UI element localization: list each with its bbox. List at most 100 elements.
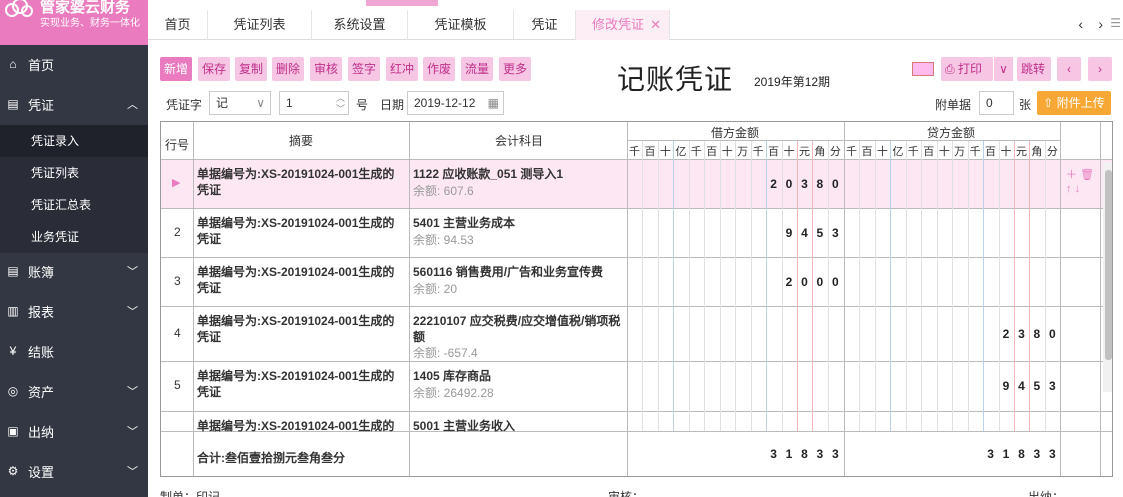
jump-button[interactable]: 跳转 — [1017, 57, 1051, 81]
delete-button[interactable]: 删除 — [272, 57, 304, 81]
delete-row-icon[interactable]: 🗑 — [1080, 169, 1094, 181]
digit-divider — [998, 141, 1000, 431]
amount-digit: 1 — [785, 447, 793, 461]
print-button[interactable]: ⎙ 打印 — [941, 57, 993, 81]
nav-voucher-summary[interactable]: 凭证汇总表 — [0, 189, 148, 221]
summary-cell[interactable]: 单据编号为:XS-20191024-001生成的凭证 — [197, 215, 405, 247]
nav-report[interactable]: ▥ 报表 ﹀ — [0, 295, 148, 327]
unit-label: 角 — [814, 146, 826, 158]
voucher-number-input[interactable]: 1 ︿ ﹀ — [279, 91, 349, 115]
row-number: ▶ — [172, 176, 181, 189]
tab-settings[interactable]: 系统设置 — [312, 10, 408, 40]
tab-voucher[interactable]: 凭证 — [514, 10, 576, 40]
nav-home[interactable]: ⌂ 首页 — [0, 48, 148, 80]
digit-divider — [812, 141, 814, 431]
date-input[interactable]: 2019-12-12 ▦ — [407, 91, 504, 115]
close-icon[interactable]: ✕ — [650, 10, 661, 40]
summary-cell[interactable]: 单据编号为:XS-20191024-001生成的凭证 — [197, 264, 405, 296]
amount-digit: 3 — [1033, 447, 1041, 461]
scrollbar[interactable] — [1103, 162, 1112, 392]
amount-digit: 8 — [801, 447, 808, 461]
chevron-left-icon[interactable]: ‹ — [1078, 16, 1083, 32]
summary-cell[interactable]: 单据编号为:XS-20191024-001生成的凭证 — [197, 313, 405, 345]
menu-icon[interactable]: ☰ — [1110, 16, 1121, 30]
unit-label: 万 — [954, 146, 966, 158]
summary-cell[interactable]: 单据编号为:XS-20191024-001生成的凭证 — [197, 166, 405, 198]
digit-divider — [827, 141, 829, 431]
balance-text: 余额: -657.4 — [413, 346, 478, 360]
move-down-icon[interactable]: ↓ — [1075, 183, 1081, 195]
tab-home[interactable]: 首页 — [148, 10, 208, 40]
account-cell[interactable]: 1405 库存商品 — [413, 368, 623, 384]
amount-digit: 2 — [1002, 326, 1010, 341]
amount-digit: 0 — [1049, 326, 1056, 341]
copy-button[interactable]: 复制 — [235, 57, 267, 81]
nav-closing[interactable]: ¥ 结账 — [0, 335, 148, 367]
chart-icon: ▥ — [7, 304, 19, 318]
tab-voucher-list[interactable]: 凭证列表 — [208, 10, 312, 40]
cashflow-button[interactable]: 流量 — [461, 57, 493, 81]
nav-business-voucher[interactable]: 业务凭证 — [0, 221, 148, 253]
balance-text: 余额: 94.53 — [413, 233, 474, 247]
digit-divider — [1044, 141, 1046, 431]
account-cell[interactable]: 22210107 应交税费/应交增值税/销项税额 — [413, 313, 623, 345]
chevron-up-icon: ︿ — [127, 99, 138, 111]
nav-label: 报表 — [28, 304, 55, 320]
nav-assets[interactable]: ◎ 资产 ﹀ — [0, 375, 148, 407]
amount-digit: 3 — [801, 176, 808, 191]
nav-settings[interactable]: ⚙ 设置 ﹀ — [0, 455, 148, 487]
nav-ledger[interactable]: ▤ 账簿 ﹀ — [0, 255, 148, 287]
spinner-down-icon[interactable]: ﹀ — [336, 98, 345, 120]
unit-label: 千 — [690, 146, 702, 158]
word-select[interactable]: 记 ∨ — [209, 91, 271, 115]
new-button[interactable]: 新增 — [160, 57, 192, 81]
digit-divider — [952, 141, 954, 431]
unit-label: 十 — [659, 146, 671, 158]
digit-divider — [719, 141, 721, 431]
attachment-count-input[interactable]: 0 — [979, 91, 1014, 115]
header-account: 会计科目 — [495, 134, 544, 148]
print-dropdown-button[interactable]: ∨ — [993, 57, 1013, 81]
chevron-down-icon: ﹀ — [127, 426, 138, 438]
tab-templates[interactable]: 凭证模板 — [408, 10, 514, 40]
audit-button[interactable]: 审核 — [310, 57, 342, 81]
add-row-icon[interactable]: ＋ — [1066, 169, 1077, 181]
amount-digit: 0 — [801, 274, 808, 289]
keyboard-icon[interactable] — [912, 62, 934, 76]
upload-button[interactable]: ⇧ 附件上传 — [1037, 91, 1111, 115]
digit-divider — [967, 141, 969, 431]
sign-button[interactable]: 签字 — [348, 57, 380, 81]
unit-label: 十 — [1000, 146, 1012, 158]
unit-label: 分 — [829, 146, 841, 158]
move-up-icon[interactable]: ↑ — [1066, 183, 1072, 195]
account-cell[interactable]: 1122 应收账款_051 测导入1 — [413, 166, 623, 182]
amount-digit: 3 — [1018, 326, 1025, 341]
prev-button[interactable]: ‹ — [1057, 57, 1081, 81]
nav-voucher-list[interactable]: 凭证列表 — [0, 157, 148, 189]
nav-cashier[interactable]: ▣ 出纳 ﹀ — [0, 415, 148, 447]
tab-edit-voucher[interactable]: 修改凭证 ✕ — [576, 10, 670, 40]
summary-cell[interactable]: 单据编号为:XS-20191024-001生成的凭证 — [197, 368, 405, 400]
digit-divider — [750, 141, 752, 431]
amount-digit: 8 — [1033, 326, 1041, 341]
more-button[interactable]: 更多 — [499, 57, 531, 81]
red-reverse-button[interactable]: 红冲 — [386, 57, 418, 81]
save-button[interactable]: 保存 — [198, 57, 230, 81]
account-cell[interactable]: 560116 销售费用/广告和业务宣传费 — [413, 264, 623, 280]
scrollbar-thumb[interactable] — [1105, 170, 1112, 360]
void-button[interactable]: 作废 — [423, 57, 455, 81]
nav-voucher[interactable]: ▤ 凭证 ︿ — [0, 88, 148, 120]
row-number: 2 — [174, 224, 181, 239]
unit-label: 十 — [721, 146, 733, 158]
account-cell[interactable]: 5401 主营业务成本 — [413, 215, 623, 231]
chevron-right-icon[interactable]: › — [1098, 16, 1103, 32]
digit-divider — [1013, 141, 1015, 431]
amount-digit: 3 — [816, 447, 824, 461]
yen-icon: ¥ — [9, 344, 17, 358]
digit-divider — [688, 141, 690, 431]
nav-voucher-entry[interactable]: 凭证录入 — [0, 125, 148, 157]
amount-digit: 8 — [816, 176, 824, 191]
unit-label: 元 — [1015, 146, 1027, 158]
amount-digit: 0 — [832, 274, 839, 289]
next-button[interactable]: › — [1088, 57, 1112, 81]
